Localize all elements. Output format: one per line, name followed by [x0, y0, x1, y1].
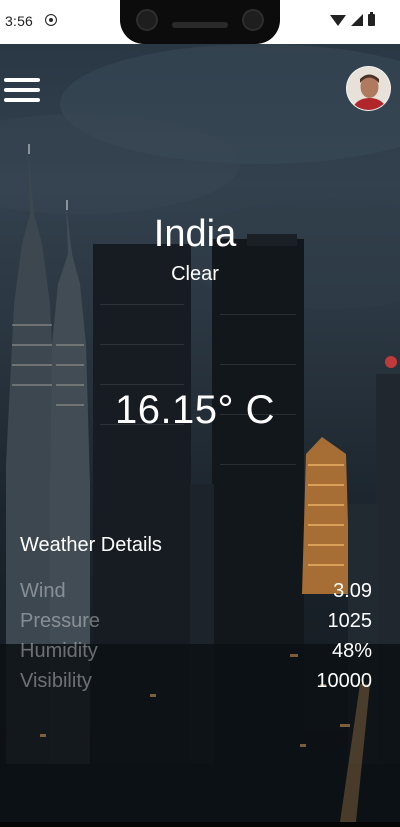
wind-value: 3.09 — [333, 580, 372, 602]
battery-icon — [368, 12, 375, 26]
humidity-value: 48% — [331, 640, 372, 662]
speaker-grille — [172, 22, 228, 28]
city-name: India — [153, 213, 237, 255]
camera-notch — [120, 0, 280, 44]
user-avatar[interactable] — [346, 66, 391, 111]
detail-row-pressure: Pressure 1025 — [20, 608, 372, 638]
visibility-value: 10000 — [316, 670, 372, 692]
visibility-label: Visibility — [20, 670, 92, 692]
pressure-label: Pressure — [20, 610, 101, 632]
weather-details-title: Weather Details — [20, 534, 162, 556]
wifi-icon — [330, 14, 346, 26]
status-icons — [330, 12, 375, 28]
detail-row-visibility: Visibility 10000 — [20, 668, 372, 698]
wind-label: Wind — [20, 580, 66, 602]
cell-signal-icon — [351, 14, 363, 26]
bottom-edge — [0, 822, 400, 827]
city-background-image — [0, 44, 400, 822]
front-camera-icon — [136, 9, 158, 31]
status-time: 3:56 — [5, 13, 34, 29]
hamburger-menu-icon[interactable] — [4, 78, 40, 102]
humidity-label: Humidity — [20, 640, 98, 662]
pressure-value: 1025 — [327, 610, 373, 632]
city-skyline-illustration — [0, 44, 400, 822]
temperature-readout: 16.15° C — [114, 388, 276, 432]
notification-app-icon — [45, 14, 57, 26]
status-bar: 3:56 — [0, 0, 400, 44]
front-sensor-icon — [242, 9, 264, 31]
detail-row-humidity: Humidity 48% — [20, 638, 372, 668]
detail-row-wind: Wind 3.09 — [20, 578, 372, 608]
avatar-portrait — [347, 67, 390, 110]
weather-details-list: Wind 3.09 Pressure 1025 Humidity 48% Vis… — [20, 578, 372, 698]
weather-condition: Clear — [171, 263, 219, 285]
